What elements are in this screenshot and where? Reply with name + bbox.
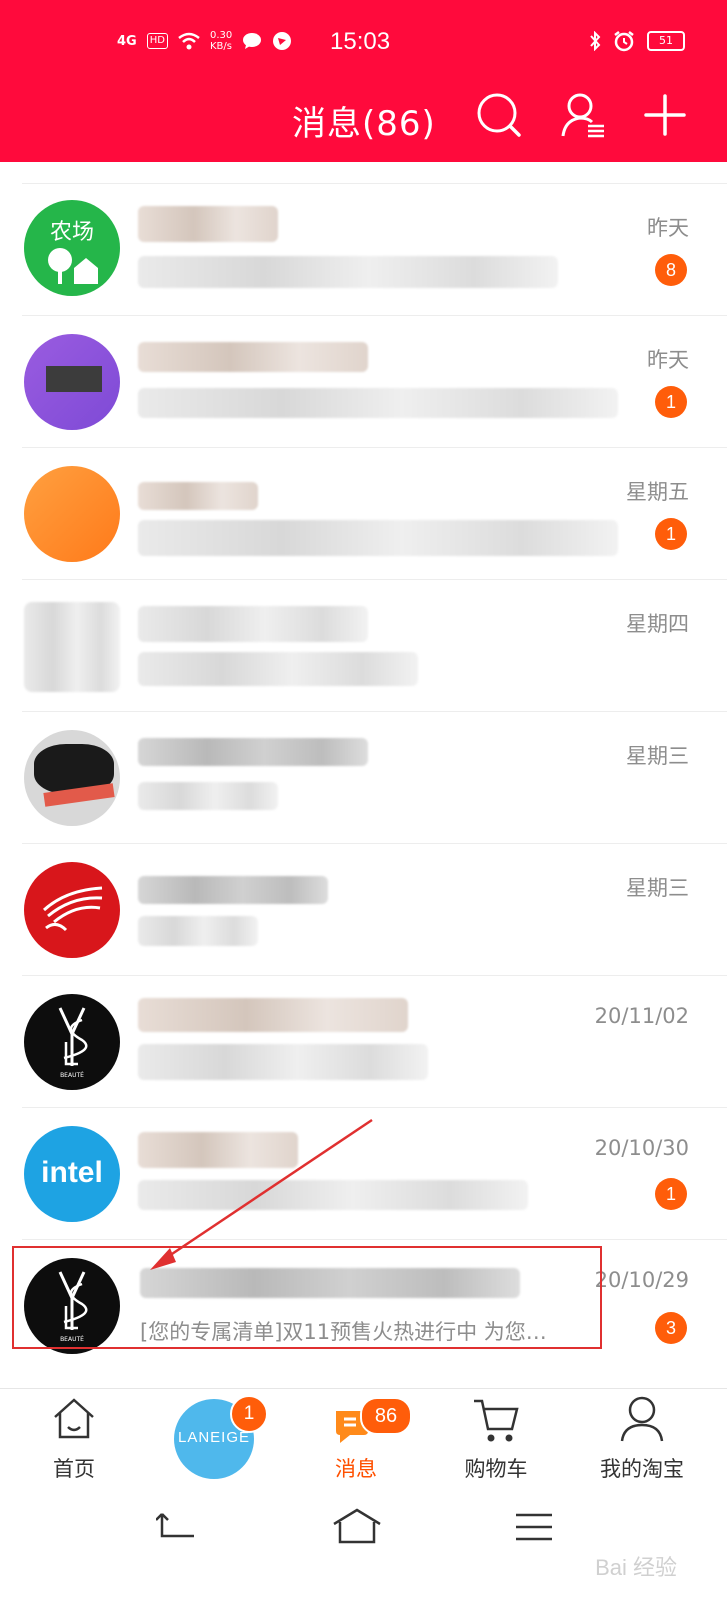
alarm-icon	[614, 31, 634, 52]
app-notify-icon	[273, 32, 292, 50]
ysl-avatar: BEAUTÉ	[24, 994, 120, 1090]
avatar	[24, 862, 120, 958]
unread-badge: 1	[655, 386, 687, 418]
laneige-badge: 1	[230, 1395, 268, 1433]
battery-level: 51	[659, 34, 673, 47]
highlight-box	[12, 1246, 602, 1349]
conversation-row[interactable]: BEAUTÉ 20/11/02	[0, 976, 727, 1108]
conversation-date: 昨天	[647, 348, 689, 372]
status-time: 15:03	[330, 28, 391, 55]
watermark: Bai 经验	[595, 1555, 677, 1580]
cart-icon	[474, 1399, 519, 1442]
home-icon	[54, 1398, 94, 1439]
conversation-row[interactable]: 星期三	[0, 712, 727, 844]
page-title: 消息(86)	[292, 104, 436, 144]
avatar-label: 农场	[49, 220, 94, 245]
add-icon[interactable]	[642, 92, 688, 138]
ysl-logo-icon	[58, 1007, 88, 1066]
system-nav-bar: Bai 经验	[0, 1498, 727, 1600]
unread-badge: 3	[655, 1312, 687, 1344]
tab-my-taobao[interactable]: 我的淘宝	[582, 1389, 702, 1499]
farm-avatar: 农场	[24, 200, 120, 296]
battery-icon: 51	[647, 31, 685, 51]
tab-laneige[interactable]: LANEIGE 1	[154, 1389, 274, 1499]
conversation-row[interactable]: intel 20/10/30 1	[0, 1108, 727, 1240]
conversation-date: 星期四	[626, 612, 689, 636]
wing-logo-icon	[42, 886, 103, 932]
status-bar: 4G HD 0.30 KB/s 15:03 51	[0, 28, 727, 58]
tab-home[interactable]: 首页	[14, 1389, 134, 1499]
conversation-date: 星期五	[626, 480, 689, 504]
app-header: 4G HD 0.30 KB/s 15:03 51 消息(86)	[0, 0, 727, 162]
hd-indicator: HD	[146, 33, 168, 49]
chat-bubble-icon	[243, 33, 262, 49]
conversation-date: 20/11/02	[594, 1004, 689, 1028]
conversation-row[interactable]: 星期三	[0, 844, 727, 976]
unread-badge: 1	[655, 518, 687, 550]
avatar	[24, 730, 120, 826]
menu-icon[interactable]	[514, 1512, 554, 1542]
conversation-row[interactable]: 星期四	[0, 580, 727, 712]
search-icon[interactable]	[476, 92, 522, 138]
intel-logo: intel	[41, 1156, 103, 1189]
tab-home-label: 首页	[53, 1457, 95, 1481]
contacts-icon[interactable]	[560, 92, 606, 138]
avatar	[24, 334, 120, 430]
avatar	[24, 466, 120, 562]
conversation-date: 昨天	[647, 216, 689, 240]
wifi-icon	[178, 32, 200, 50]
tab-messages-label: 消息	[335, 1457, 377, 1481]
net-speed: 0.30 KB/s	[209, 30, 233, 52]
unread-badge: 1	[655, 1178, 687, 1210]
conversation-date: 星期三	[626, 876, 689, 900]
tab-messages[interactable]: 86 消息	[296, 1389, 416, 1499]
unread-badge: 8	[655, 254, 687, 286]
bluetooth-icon	[590, 31, 601, 51]
home-nav-icon[interactable]	[332, 1508, 382, 1544]
tree-house-icon	[48, 248, 98, 284]
conversation-row[interactable]: 星期五 1	[0, 448, 727, 580]
tab-cart[interactable]: 购物车	[436, 1389, 556, 1499]
messages-badge: 86	[360, 1397, 412, 1435]
conversation-row[interactable]: 农场 昨天 8	[0, 184, 727, 316]
bottom-tab-bar: 首页 LANEIGE 1 86 消息 购物车 我的淘宝	[0, 1388, 727, 1499]
back-icon[interactable]	[156, 1510, 200, 1542]
conversation-date: 20/10/30	[594, 1136, 689, 1160]
tab-cart-label: 购物车	[464, 1457, 528, 1481]
avatar-label: BEAUTÉ	[60, 1072, 84, 1079]
conversation-date: 20/10/29	[594, 1268, 689, 1292]
network-indicator: 4G	[117, 33, 137, 49]
conversation-row[interactable]: 昨天 1	[0, 316, 727, 448]
person-icon	[620, 1396, 664, 1442]
intel-avatar: intel	[24, 1126, 120, 1222]
conversation-date: 星期三	[626, 744, 689, 768]
tab-my-taobao-label: 我的淘宝	[600, 1457, 684, 1481]
